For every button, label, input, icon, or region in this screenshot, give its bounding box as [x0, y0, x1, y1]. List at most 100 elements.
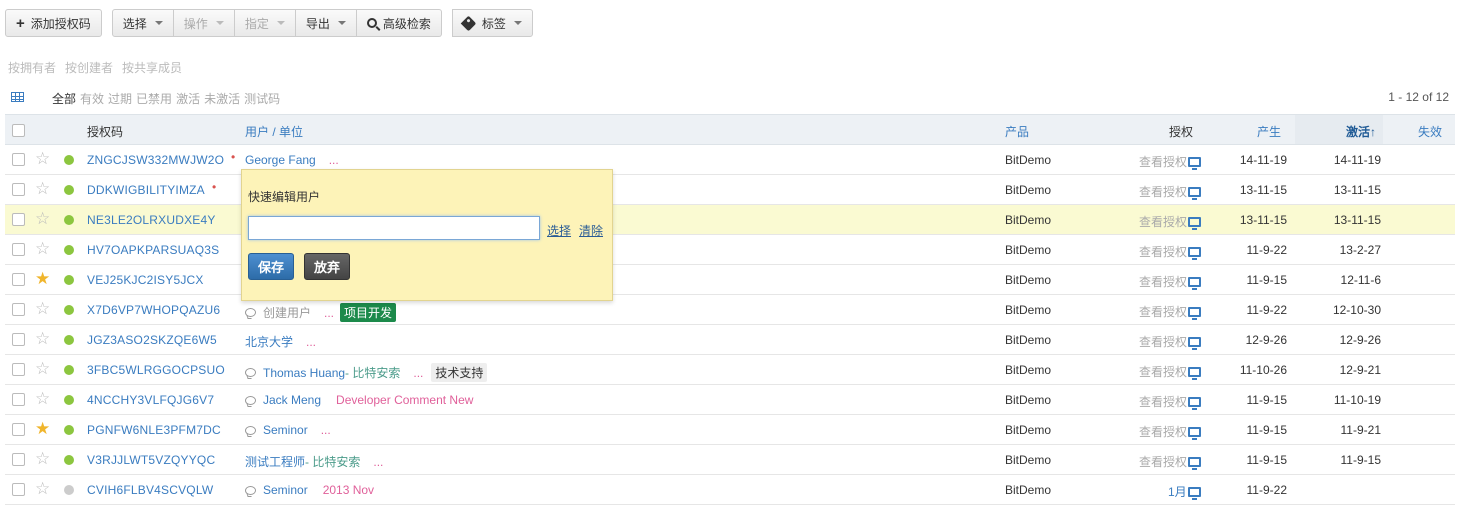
comment-icon[interactable]	[245, 425, 256, 435]
view-auth-link[interactable]: 查看授权	[1139, 453, 1202, 470]
view-auth-link[interactable]: 查看授权	[1139, 423, 1202, 440]
column-header-created[interactable]: 产生	[1257, 123, 1281, 140]
row-checkbox[interactable]	[12, 183, 25, 196]
license-code[interactable]: 3FBC5WLRGGOCPSUO	[87, 363, 225, 377]
row-checkbox[interactable]	[12, 243, 25, 256]
star-icon[interactable]: ☆	[35, 150, 50, 167]
comment-icon[interactable]	[245, 308, 256, 317]
comment-icon[interactable]	[245, 395, 256, 405]
status-filter-all[interactable]: 全部	[52, 90, 76, 107]
status-filter-expired[interactable]: 过期	[108, 90, 132, 107]
more-link[interactable]: ...	[324, 306, 334, 320]
filter-by-shared-member[interactable]: 按共享成员	[122, 59, 182, 76]
user-name[interactable]: Thomas Huang	[263, 366, 345, 380]
row-checkbox[interactable]	[12, 483, 25, 496]
filter-by-creator[interactable]: 按创建者	[65, 59, 113, 76]
row-checkbox[interactable]	[12, 423, 25, 436]
tag-badge[interactable]: 技术支持	[431, 363, 488, 382]
select-all-checkbox[interactable]	[12, 124, 25, 137]
license-code[interactable]: PGNFW6NLE3PFM7DC	[87, 423, 221, 437]
license-code[interactable]: ZNGCJSW332MWJW2O	[87, 153, 224, 167]
more-link[interactable]: ...	[373, 455, 383, 469]
table-row[interactable]: ☆ X7D6VP7WHOPQAZU6 创建用户 ... 项目开发 BitDemo…	[5, 295, 1455, 325]
star-icon[interactable]: ☆	[35, 210, 50, 227]
comment-icon[interactable]	[245, 485, 256, 495]
column-header-user[interactable]: 用户 / 单位	[245, 123, 303, 140]
select-dropdown[interactable]: 选择	[111, 9, 174, 37]
view-auth-link[interactable]: 查看授权	[1139, 333, 1202, 350]
license-code[interactable]: V3RJJLWT5VZQYYQC	[87, 453, 215, 467]
table-row[interactable]: ☆ CVIH6FLBV4SCVQLW Seminor 2013 Nov BitD…	[5, 475, 1455, 505]
star-filled-icon[interactable]: ★	[35, 270, 50, 287]
row-checkbox[interactable]	[12, 363, 25, 376]
user-input[interactable]	[248, 216, 540, 240]
row-checkbox[interactable]	[12, 453, 25, 466]
grid-view-icon[interactable]	[11, 92, 24, 102]
view-auth-link[interactable]: 查看授权	[1139, 243, 1202, 260]
more-link[interactable]: ...	[321, 423, 331, 437]
license-code[interactable]: NE3LE2OLRXUDXE4Y	[87, 213, 216, 227]
star-icon[interactable]: ☆	[35, 360, 50, 377]
export-dropdown[interactable]: 导出	[295, 9, 357, 37]
license-code[interactable]: DDKWIGBILITYIMZA	[87, 183, 205, 197]
operate-dropdown[interactable]: 操作	[173, 9, 235, 37]
cancel-button[interactable]: 放弃	[304, 253, 351, 280]
user-name[interactable]: 北京大学	[245, 333, 293, 350]
status-filter-not-activated[interactable]: 未激活	[204, 90, 240, 107]
user-name[interactable]: Jack Meng	[263, 393, 321, 407]
table-row[interactable]: ☆ HV7OAPKPARSUAQ3S BitDemo 查看授权 11-9-22 …	[5, 235, 1455, 265]
user-name[interactable]: 创建用户	[263, 304, 311, 321]
column-header-product[interactable]: 产品	[1005, 123, 1029, 140]
user-name[interactable]: George Fang	[245, 153, 316, 167]
more-link[interactable]: ...	[413, 366, 423, 380]
table-row[interactable]: ★ VEJ25KJC2ISY5JCX BitDemo 查看授权 11-9-15 …	[5, 265, 1455, 295]
status-filter-disabled[interactable]: 已禁用	[136, 90, 172, 107]
auth-period-link[interactable]: 1月	[1168, 483, 1201, 500]
license-code[interactable]: CVIH6FLBV4SCVQLW	[87, 483, 213, 497]
filter-by-owner[interactable]: 按拥有者	[8, 59, 56, 76]
column-header-expired[interactable]: 失效	[1418, 123, 1442, 140]
view-auth-link[interactable]: 查看授权	[1139, 393, 1202, 410]
assign-dropdown[interactable]: 指定	[234, 9, 296, 37]
add-license-button[interactable]: + 添加授权码	[5, 9, 102, 37]
view-auth-link[interactable]: 查看授权	[1139, 183, 1202, 200]
select-user-link[interactable]: 选择	[547, 222, 571, 239]
view-auth-link[interactable]: 查看授权	[1139, 153, 1202, 170]
status-filter-valid[interactable]: 有效	[80, 90, 104, 107]
view-auth-link[interactable]: 查看授权	[1139, 363, 1202, 380]
user-comment[interactable]: 2013 Nov	[323, 483, 374, 497]
license-code[interactable]: JGZ3ASO2SKZQE6W5	[87, 333, 217, 347]
user-name[interactable]: Seminor	[263, 483, 308, 497]
star-icon[interactable]: ☆	[35, 450, 50, 467]
user-comment[interactable]: Developer Comment New	[336, 393, 473, 407]
star-filled-icon[interactable]: ★	[35, 420, 50, 437]
table-row[interactable]: ☆ ZNGCJSW332MWJW2O • George Fang ... Bit…	[5, 145, 1455, 175]
table-row[interactable]: ☆ 3FBC5WLRGGOCPSUO Thomas Huang - 比特安索 .…	[5, 355, 1455, 385]
table-row[interactable]: ☆ DDKWIGBILITYIMZA • BitDemo 查看授权 13-11-…	[5, 175, 1455, 205]
star-icon[interactable]: ☆	[35, 300, 50, 317]
view-auth-link[interactable]: 查看授权	[1139, 213, 1202, 230]
star-icon[interactable]: ☆	[35, 390, 50, 407]
status-filter-activated[interactable]: 激活	[176, 90, 200, 107]
row-checkbox[interactable]	[12, 393, 25, 406]
status-filter-test-code[interactable]: 测试码	[244, 90, 280, 107]
view-auth-link[interactable]: 查看授权	[1139, 303, 1202, 320]
row-checkbox[interactable]	[12, 303, 25, 316]
license-code[interactable]: 4NCCHY3VLFQJG6V7	[87, 393, 214, 407]
license-code[interactable]: HV7OAPKPARSUAQ3S	[87, 243, 219, 257]
license-code[interactable]: VEJ25KJC2ISY5JCX	[87, 273, 204, 287]
organization-name[interactable]: - 比特安索	[305, 453, 360, 470]
star-icon[interactable]: ☆	[35, 480, 50, 497]
star-icon[interactable]: ☆	[35, 240, 50, 257]
user-name[interactable]: 测试工程师	[245, 453, 305, 470]
user-name[interactable]: Seminor	[263, 423, 308, 437]
table-row[interactable]: ★ PGNFW6NLE3PFM7DC Seminor ... BitDemo 查…	[5, 415, 1455, 445]
more-link[interactable]: ...	[329, 153, 339, 167]
table-row[interactable]: ☆ V3RJJLWT5VZQYYQC 测试工程师 - 比特安索 ... BitD…	[5, 445, 1455, 475]
table-row[interactable]: ☆ JGZ3ASO2SKZQE6W5 北京大学 ... BitDemo 查看授权…	[5, 325, 1455, 355]
license-code[interactable]: X7D6VP7WHOPQAZU6	[87, 303, 220, 317]
row-checkbox[interactable]	[12, 213, 25, 226]
save-button[interactable]: 保存	[248, 253, 295, 280]
table-row[interactable]: ☆ 4NCCHY3VLFQJG6V7 Jack Meng Developer C…	[5, 385, 1455, 415]
column-header-activated[interactable]: 激活↑	[1346, 123, 1376, 140]
